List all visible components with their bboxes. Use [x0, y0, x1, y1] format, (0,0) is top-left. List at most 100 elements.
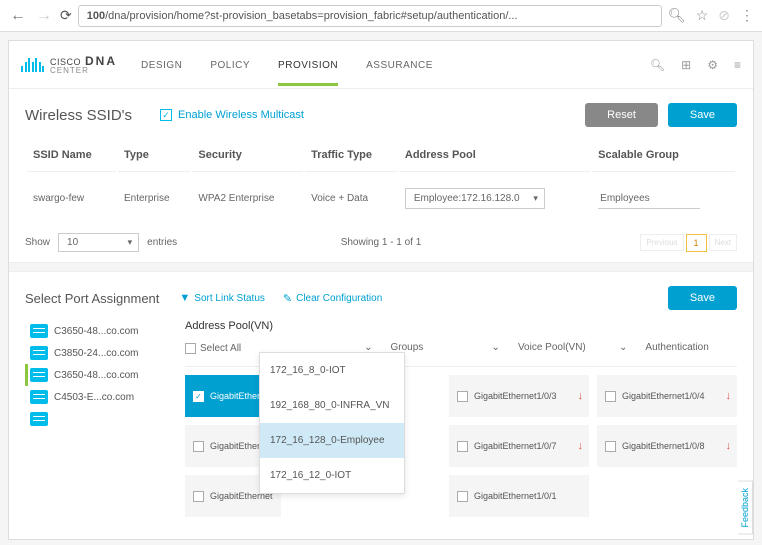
forward-icon: →: [34, 7, 54, 25]
port-grid: Address Pool(VN) Select All ⌄ Groups⌄ Vo…: [185, 320, 737, 525]
down-arrow-icon: ↓: [577, 390, 583, 402]
port-tile[interactable]: GigabitEthernet1/0/1: [449, 475, 589, 517]
port-tile[interactable]: GigabitEthernet1/0/3↓: [449, 375, 589, 417]
scalable-group-field[interactable]: Employees: [598, 193, 699, 209]
tab-assurance[interactable]: ASSURANCE: [366, 44, 433, 85]
save-button[interactable]: Save: [668, 103, 737, 127]
col-sg: Scalable Group: [592, 139, 735, 172]
multicast-checkbox[interactable]: ✓: [160, 109, 172, 121]
url-path: /dna/provision/home?st-provision_basetab…: [105, 10, 517, 22]
ssid-table: SSID Name Type Security Traffic Type Add…: [25, 137, 737, 225]
dropdown-option[interactable]: 192_168_80_0-INFRA_VN: [260, 388, 404, 423]
switch-icon: [30, 346, 48, 360]
list-icon[interactable]: ≡: [734, 58, 741, 72]
logo-dna: DNA: [85, 55, 117, 67]
checkbox-icon: [605, 441, 616, 452]
pool-col-label: Address Pool(VN): [185, 320, 273, 332]
browser-chrome: ← → ⟳ 100/dna/provision/home?st-provisio…: [0, 0, 762, 32]
switch-item[interactable]: C3650-48...co.com: [25, 364, 175, 386]
app-header: CISCO DNA CENTER DESIGN POLICY PROVISION…: [9, 41, 753, 89]
logo-center: CENTER: [50, 67, 117, 75]
checkbox-icon: [193, 491, 204, 502]
ssid-title: Wireless SSID's: [25, 107, 132, 124]
checkbox-icon: [605, 391, 616, 402]
col-security: Security: [192, 139, 303, 172]
reload-icon[interactable]: ⟳: [60, 7, 72, 24]
sort-link[interactable]: ▼Sort Link Status: [179, 292, 264, 304]
search-icon[interactable]: 🔍︎: [668, 7, 686, 24]
port-tile[interactable]: GigabitEthernet1/0/7↓: [449, 425, 589, 467]
checkbox-icon: [457, 391, 468, 402]
tab-policy[interactable]: POLICY: [210, 44, 250, 85]
table-row: swargo-few Enterprise WPA2 Enterprise Vo…: [27, 174, 735, 223]
filter-icon: ▼: [179, 292, 190, 304]
port-title: Select Port Assignment: [25, 291, 159, 306]
menu-icon[interactable]: ⋮: [740, 7, 754, 24]
section-divider: [9, 262, 753, 272]
voice-dropdown[interactable]: Voice Pool(VN)⌄: [514, 332, 631, 364]
chevron-down-icon: ⌄: [619, 342, 627, 353]
switch-item[interactable]: C3850-24...co.com: [25, 342, 175, 364]
tab-design[interactable]: DESIGN: [141, 44, 182, 85]
page-number[interactable]: 1: [686, 234, 707, 252]
prev-button[interactable]: Previous: [640, 234, 683, 251]
down-arrow-icon: ↓: [726, 440, 732, 452]
port-tile[interactable]: GigabitEthernet1/0/4↓: [597, 375, 737, 417]
multicast-label: Enable Wireless Multicast: [178, 109, 304, 121]
feedback-tab[interactable]: Feedback: [738, 481, 753, 535]
show-label: Show: [25, 237, 50, 248]
apps-icon[interactable]: ⊞: [681, 58, 691, 72]
col-ssid-name: SSID Name: [27, 139, 116, 172]
col-type: Type: [118, 139, 190, 172]
url-host: 100: [87, 10, 105, 22]
back-icon[interactable]: ←: [8, 7, 28, 25]
switch-icon: [30, 368, 48, 382]
port-save-button[interactable]: Save: [668, 286, 737, 310]
stop-icon[interactable]: ⊘: [718, 7, 730, 24]
clear-link[interactable]: ✎Clear Configuration: [283, 292, 382, 305]
checkbox-icon: [457, 491, 468, 502]
switch-icon: [30, 412, 48, 426]
chevron-down-icon: ⌄: [492, 342, 500, 353]
reset-button[interactable]: Reset: [585, 103, 658, 127]
cisco-logo: CISCO DNA CENTER: [21, 55, 117, 75]
switch-item[interactable]: C4503-E...co.com: [25, 386, 175, 408]
dropdown-option[interactable]: 172_16_12_0-IOT: [260, 458, 404, 493]
auth-dropdown[interactable]: Authentication: [641, 332, 737, 364]
showing-label: Showing 1 - 1 of 1: [341, 237, 422, 248]
switch-icon: [30, 324, 48, 338]
main-tabs: DESIGN POLICY PROVISION ASSURANCE: [141, 44, 433, 85]
cell-traffic: Voice + Data: [305, 174, 397, 223]
switch-item[interactable]: C3650-48...co.com: [25, 320, 175, 342]
app-frame: CISCO DNA CENTER DESIGN POLICY PROVISION…: [8, 40, 754, 540]
switch-icon: [30, 390, 48, 404]
tab-provision[interactable]: PROVISION: [278, 44, 338, 85]
switch-list: C3650-48...co.com C3850-24...co.com C365…: [25, 320, 175, 430]
col-traffic: Traffic Type: [305, 139, 397, 172]
cell-name: swargo-few: [27, 174, 116, 223]
checkbox-icon: [457, 441, 468, 452]
checkbox-icon: ✓: [193, 391, 204, 402]
switch-item[interactable]: [25, 408, 175, 430]
page-size-select[interactable]: 10: [58, 233, 139, 252]
pencil-icon: ✎: [283, 292, 292, 305]
ssid-header: Wireless SSID's ✓ Enable Wireless Multic…: [25, 103, 737, 127]
gear-icon[interactable]: ⚙: [707, 58, 718, 72]
down-arrow-icon: ↓: [577, 440, 583, 452]
cell-security: WPA2 Enterprise: [192, 174, 303, 223]
dropdown-option[interactable]: 172_16_128_0-Employee: [260, 423, 404, 458]
port-tile[interactable]: GigabitEthernet1/0/8↓: [597, 425, 737, 467]
star-icon[interactable]: ☆: [696, 7, 709, 24]
select-all[interactable]: Select All: [185, 343, 249, 354]
address-pool-select[interactable]: Employee:172.16.128.0: [405, 188, 545, 209]
next-button[interactable]: Next: [709, 234, 737, 251]
dropdown-option[interactable]: 172_16_8_0-IOT: [260, 353, 404, 388]
search-icon[interactable]: 🔍︎: [650, 58, 665, 72]
cell-type: Enterprise: [118, 174, 190, 223]
down-arrow-icon: ↓: [726, 390, 732, 402]
url-bar[interactable]: 100/dna/provision/home?st-provision_base…: [78, 5, 662, 27]
entries-label: entries: [147, 237, 177, 248]
col-pool: Address Pool: [399, 139, 590, 172]
logo-bars-icon: [21, 58, 44, 72]
address-pool-dropdown: 172_16_8_0-IOT 192_168_80_0-INFRA_VN 172…: [259, 352, 405, 494]
